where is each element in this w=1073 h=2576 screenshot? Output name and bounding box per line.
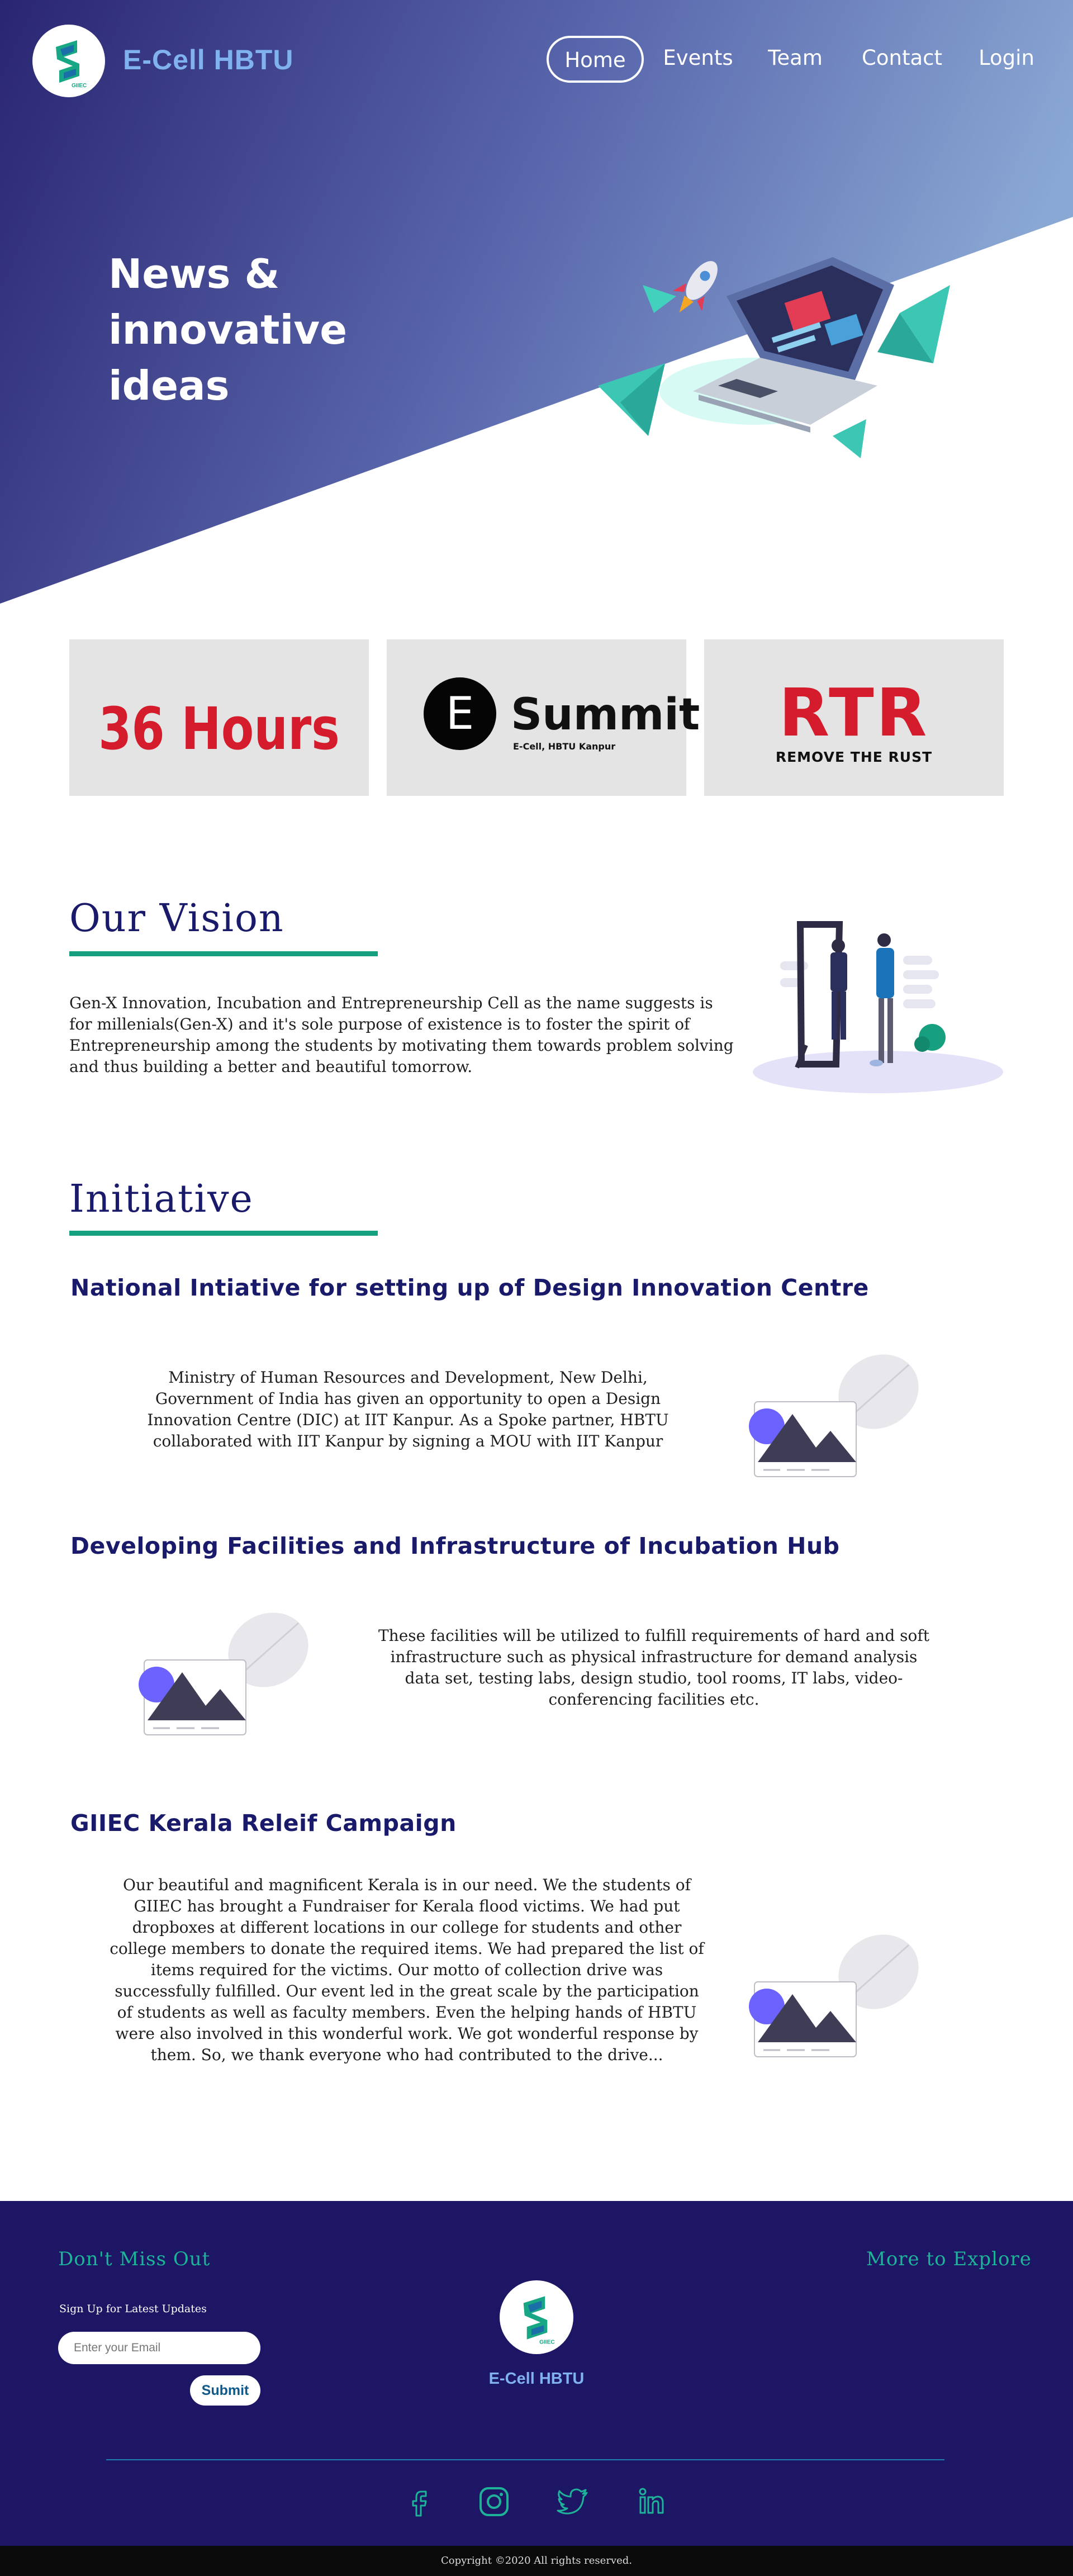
image-placeholder-illustration	[749, 1354, 919, 1477]
logo-mark-icon: GIIEC	[56, 40, 87, 89]
copyright-bar: Copyright ©2020 All rights reserved.	[0, 2546, 1073, 2576]
footer-signup-label: Sign Up for Latest Updates	[59, 2303, 207, 2315]
image-placeholder-illustration	[139, 1612, 308, 1735]
vision-text: Gen-X Innovation, Incubation and Entrepr…	[69, 994, 734, 1076]
nav-contact[interactable]: Contact	[858, 36, 946, 83]
rtr-logo-subtitle: REMOVE THE RUST	[775, 749, 933, 765]
logo-mark-icon: GIIEC	[523, 2296, 555, 2346]
initiative-2-title: Developing Facilities and Infrastructure…	[70, 1533, 840, 1559]
hero-section: GIIEC E-Cell HBTU Home Events Team Conta…	[0, 0, 1073, 604]
mirror-illustration	[753, 921, 1003, 1093]
event-card-rtr[interactable]: RTR REMOVE THE RUST	[704, 639, 1004, 796]
brand-name[interactable]: E-Cell HBTU	[123, 44, 293, 76]
nav-login[interactable]: Login	[974, 36, 1039, 83]
footer-divider	[106, 2459, 944, 2460]
facebook-icon[interactable]	[402, 2485, 436, 2518]
initiative-2-text: These facilities will be utilized to ful…	[378, 1626, 929, 1709]
event-card-e-summit[interactable]: E Summit E-Cell, HBTU Kanpur	[387, 639, 700, 796]
navbar: GIIEC E-Cell HBTU Home Events Team Conta…	[0, 0, 1073, 123]
initiative-heading: Initiative	[69, 1177, 254, 1221]
footer-logo[interactable]: GIIEC	[500, 2280, 573, 2354]
vision-heading: Our Vision	[69, 896, 284, 941]
initiative-3-title: GIIEC Kerala Releif Campaign	[70, 1810, 457, 1837]
linkedin-icon[interactable]	[635, 2485, 668, 2518]
nav-home[interactable]: Home	[547, 36, 644, 83]
initiative-1-text: Ministry of Human Resources and Developm…	[147, 1368, 669, 1450]
hero-title-line-2: innovative	[108, 306, 348, 353]
laptop-rocket-illustration	[598, 257, 950, 458]
nav-team[interactable]: Team	[765, 36, 826, 83]
nav-events[interactable]: Events	[659, 36, 737, 83]
hero-title: News & innovative ideas	[108, 246, 399, 414]
initiative-3-text: Our beautiful and magnificent Kerala is …	[110, 1876, 704, 2064]
event-card-36-hours[interactable]: 36 Hours	[69, 639, 369, 796]
e-summit-title: Summit	[511, 690, 700, 740]
e-summit-subtitle: E-Cell, HBTU Kanpur	[513, 741, 616, 752]
ecell-logo[interactable]: GIIEC	[32, 25, 105, 97]
image-placeholder-illustration	[749, 1934, 919, 2057]
footer-brand-name: E-Cell HBTU	[488, 2370, 585, 2388]
rtr-logo-title: RTR	[778, 674, 929, 751]
svg-text:GIIEC: GIIEC	[72, 83, 87, 89]
hero-title-line-3: ideas	[108, 362, 230, 409]
e-summit-badge: E	[424, 677, 496, 750]
event-36-hours-logo: 36 Hours	[98, 695, 340, 763]
hero-title-line-1: News &	[108, 250, 280, 297]
instagram-icon[interactable]	[477, 2485, 511, 2518]
svg-text:GIIEC: GIIEC	[539, 2340, 555, 2346]
initiative-underline	[69, 1231, 378, 1236]
footer-more-to-explore-heading: More to Explore	[866, 2248, 1032, 2270]
footer-email-input[interactable]	[58, 2332, 260, 2364]
initiative-1-title: National Intiative for setting up of Des…	[70, 1274, 869, 1301]
vision-underline	[69, 951, 378, 956]
footer-dont-miss-out-heading: Don't Miss Out	[58, 2248, 211, 2270]
twitter-icon[interactable]	[557, 2485, 590, 2518]
